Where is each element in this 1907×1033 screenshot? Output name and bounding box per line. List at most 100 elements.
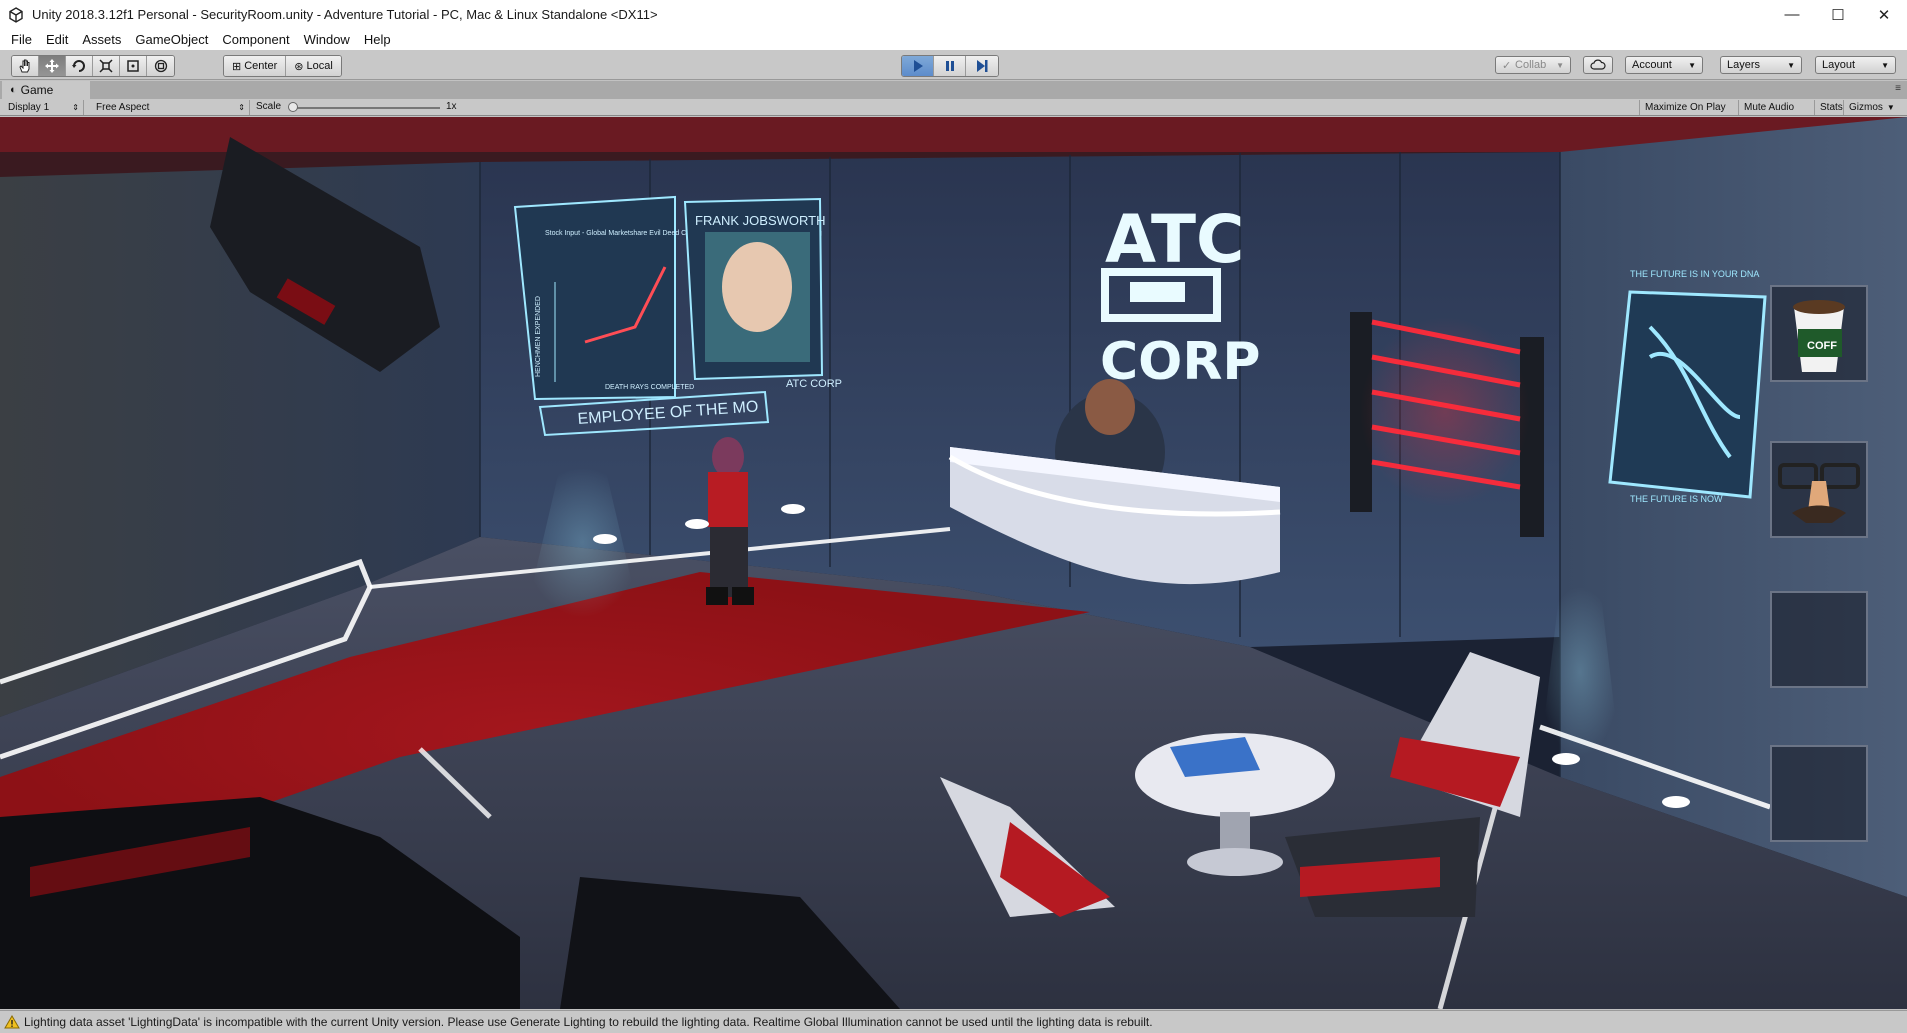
poster-chart-ylabel: HENCHMEN EXPENDED xyxy=(535,296,542,377)
status-message: Lighting data asset 'LightingData' is in… xyxy=(24,1015,1153,1029)
pivot-local-icon: ⊛ xyxy=(294,60,304,73)
menu-window[interactable]: Window xyxy=(297,32,357,47)
rotate-icon xyxy=(72,60,85,72)
pivot-center-label: Center xyxy=(244,60,278,72)
transform-tool-button[interactable] xyxy=(147,56,174,76)
step-button[interactable] xyxy=(966,56,998,76)
small-logo: ATC CORP xyxy=(786,378,842,390)
step-icon xyxy=(977,60,988,72)
inventory-slot-2[interactable] xyxy=(1770,441,1868,538)
aspect-label: Free Aspect xyxy=(96,102,150,113)
layers-dropdown[interactable]: Layers ▼ xyxy=(1720,56,1802,74)
game-scene: Stock Input - Global Marketshare Evil De… xyxy=(0,117,1907,1009)
move-tool-button[interactable] xyxy=(39,56,66,76)
dna-hologram: THE FUTURE IS IN YOUR DNA THE FUTURE IS … xyxy=(1608,269,1767,504)
chevron-down-icon: ▼ xyxy=(1787,60,1795,70)
menu-help[interactable]: Help xyxy=(357,32,398,47)
maximize-button[interactable]: ☐ xyxy=(1815,0,1861,29)
maximize-on-play-toggle[interactable]: Maximize On Play xyxy=(1639,100,1731,115)
laser-gate xyxy=(1350,312,1544,537)
coffee-cup-icon: COFF xyxy=(1793,300,1845,372)
scale-slider-thumb[interactable] xyxy=(288,102,298,112)
tab-menu-icon[interactable]: ≡ xyxy=(1895,83,1901,94)
rect-icon xyxy=(127,60,139,72)
tab-bar: ◐ Game ≡ xyxy=(0,81,1907,99)
disguise-glasses-icon xyxy=(1778,463,1860,523)
scale-value: 1x xyxy=(446,101,457,112)
transform-tools xyxy=(11,55,175,77)
play-icon xyxy=(913,60,923,72)
scale-tool-button[interactable] xyxy=(93,56,120,76)
chevron-down-icon: ▼ xyxy=(1556,60,1564,70)
game-view[interactable]: Stock Input - Global Marketshare Evil De… xyxy=(0,117,1907,1009)
scale-slider-track[interactable] xyxy=(292,107,440,109)
dna-bottom: THE FUTURE IS NOW xyxy=(1630,494,1723,504)
chevron-down-icon: ▼ xyxy=(1886,103,1895,112)
collab-label: Collab xyxy=(1515,59,1547,71)
transform-icon xyxy=(154,59,167,73)
collab-dropdown[interactable]: ✓ Collab ▼ xyxy=(1495,56,1571,74)
warning-icon xyxy=(4,1015,20,1029)
rect-tool-button[interactable] xyxy=(120,56,147,76)
pause-button[interactable] xyxy=(934,56,966,76)
account-label: Account xyxy=(1632,59,1672,71)
playmode-group xyxy=(901,55,999,77)
game-view-toolbar: Display 1 ⇕ Free Aspect ⇕ Scale 1x Maxim… xyxy=(0,99,1907,116)
play-button[interactable] xyxy=(902,56,934,76)
inventory-slot-3[interactable] xyxy=(1770,591,1868,688)
account-dropdown[interactable]: Account ▼ xyxy=(1625,56,1703,74)
window-title-bar: Unity 2018.3.12f1 Personal - SecurityRoo… xyxy=(0,0,1907,29)
gizmos-label: Gizmos xyxy=(1849,102,1883,113)
scale-icon xyxy=(99,59,113,73)
scale-label: Scale xyxy=(256,101,282,112)
poster-chart-xlabel: DEATH RAYS COMPLETED xyxy=(605,384,694,391)
menu-edit[interactable]: Edit xyxy=(39,32,75,47)
tab-game-label: Game xyxy=(20,83,54,97)
stats-label: Stats xyxy=(1820,102,1843,113)
cloud-button[interactable] xyxy=(1583,56,1613,74)
logo-top: ATC xyxy=(1105,201,1244,278)
mute-audio-toggle[interactable]: Mute Audio xyxy=(1738,100,1799,115)
layers-label: Layers xyxy=(1727,59,1761,71)
display-dropdown[interactable]: Display 1 ⇕ xyxy=(0,100,84,115)
rotate-tool-button[interactable] xyxy=(66,56,93,76)
hand-tool-button[interactable] xyxy=(12,56,39,76)
display-label: Display 1 xyxy=(8,102,50,113)
pivot-local-label: Local xyxy=(306,60,333,72)
hand-icon xyxy=(19,59,30,73)
close-button[interactable]: ✕ xyxy=(1861,0,1907,29)
pivot-local-toggle[interactable]: ⊛ Local xyxy=(286,56,341,76)
layout-label: Layout xyxy=(1822,59,1856,71)
pause-icon xyxy=(945,61,954,71)
menu-assets[interactable]: Assets xyxy=(75,32,128,47)
chevron-updown-icon: ⇕ xyxy=(238,103,245,112)
layout-dropdown[interactable]: Layout ▼ xyxy=(1815,56,1896,74)
maximize-on-play-label: Maximize On Play xyxy=(1645,102,1726,113)
minimize-button[interactable]: — xyxy=(1769,0,1815,29)
chevron-down-icon: ▼ xyxy=(1881,60,1889,70)
menu-gameobject[interactable]: GameObject xyxy=(128,32,215,47)
employee-name: FRANK JOBSWORTH xyxy=(695,213,826,228)
game-controller-icon: ◐ xyxy=(10,84,17,96)
chevron-down-icon: ▼ xyxy=(1688,60,1696,70)
mute-audio-label: Mute Audio xyxy=(1744,102,1795,113)
gizmos-dropdown[interactable]: Gizmos ▼ xyxy=(1843,100,1907,115)
coffee-label: COFF xyxy=(1807,340,1837,352)
aspect-dropdown[interactable]: Free Aspect ⇕ xyxy=(88,100,250,115)
pivot-center-toggle[interactable]: ⊞ Center xyxy=(224,56,287,76)
cloud-icon xyxy=(1590,59,1606,70)
menu-file[interactable]: File xyxy=(4,32,39,47)
menu-bar: File Edit Assets GameObject Component Wi… xyxy=(0,29,1907,50)
pivot-group: ⊞ Center ⊛ Local xyxy=(223,55,342,77)
menu-component[interactable]: Component xyxy=(215,32,296,47)
inventory-slot-4[interactable] xyxy=(1770,745,1868,842)
collab-check-icon: ✓ xyxy=(1502,59,1512,72)
unity-logo-icon xyxy=(9,6,23,23)
dna-top: THE FUTURE IS IN YOUR DNA xyxy=(1630,269,1759,279)
window-title: Unity 2018.3.12f1 Personal - SecurityRoo… xyxy=(32,7,658,22)
main-toolbar: ⊞ Center ⊛ Local ✓ Collab ▼ Account ▼ La… xyxy=(0,50,1907,80)
status-bar[interactable]: Lighting data asset 'LightingData' is in… xyxy=(0,1010,1907,1033)
tab-game[interactable]: ◐ Game xyxy=(2,81,90,99)
inventory-slot-1[interactable]: COFF xyxy=(1770,285,1868,382)
chevron-updown-icon: ⇕ xyxy=(72,103,79,112)
